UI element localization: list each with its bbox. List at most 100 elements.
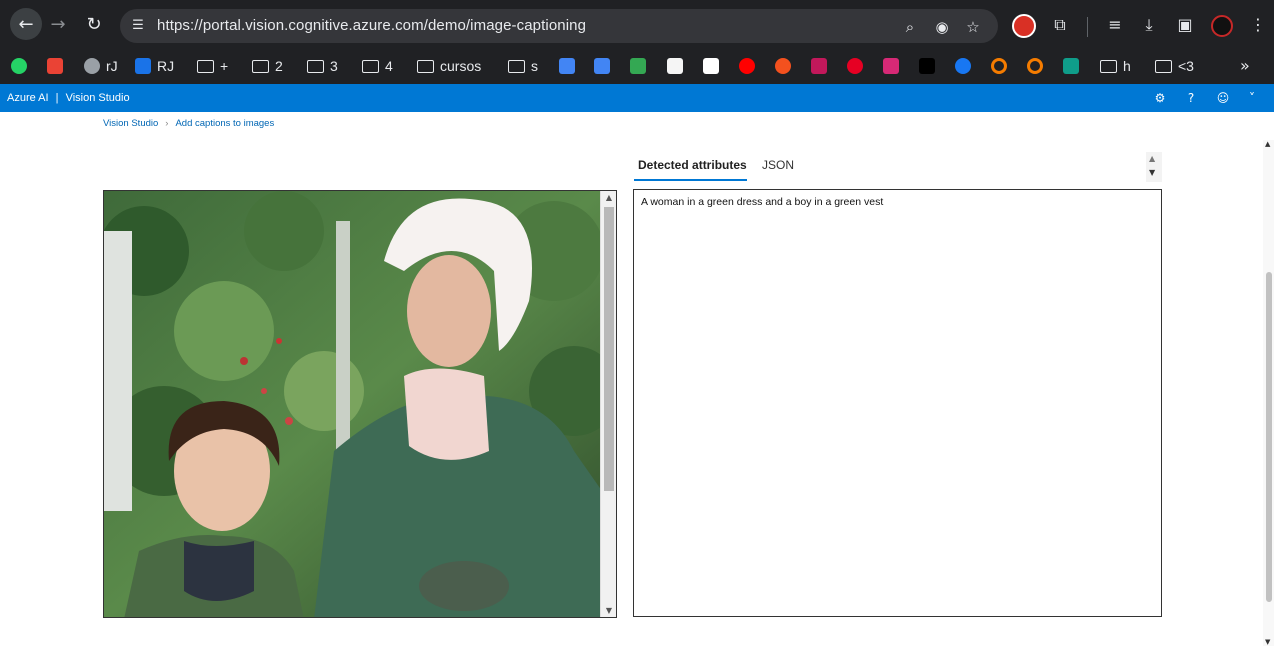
folder-icon (252, 59, 269, 73)
site-info-icon[interactable]: ☰ (129, 17, 147, 35)
zoom-icon[interactable]: ⌕ (900, 17, 920, 37)
x-icon (919, 58, 935, 74)
bookmark-s[interactable]: s (508, 56, 538, 76)
orange-icon (775, 58, 791, 74)
bookmark-label: s (531, 58, 538, 74)
bookmark-calendar[interactable] (559, 56, 575, 76)
extensions-icon[interactable]: ⧉ (1049, 14, 1071, 36)
bookmark-label: + (220, 58, 229, 74)
back-icon[interactable]: ← (10, 8, 42, 40)
bookmark-h[interactable]: h (1100, 56, 1131, 76)
bookmark-2[interactable]: 2 (252, 56, 283, 76)
eye-off-icon[interactable]: ◉ (932, 17, 952, 37)
address-bar[interactable]: ☰ https://portal.vision.cognitive.azure.… (120, 9, 998, 43)
bookmark-pinterest[interactable] (847, 56, 863, 76)
more-bookmarks-icon[interactable]: » (1240, 56, 1250, 75)
detected-attributes-panel: A woman in a green dress and a boy in a … (633, 189, 1162, 617)
google-translate-icon (594, 58, 610, 74)
bookmark-RJ[interactable]: RJ (135, 56, 174, 76)
tab-detected-attributes[interactable]: Detected attributes (638, 158, 747, 172)
scroll-down-icon[interactable]: ▼ (1149, 168, 1155, 177)
youtube-music-icon (739, 58, 755, 74)
scroll-up-icon[interactable]: ▲ (1265, 140, 1270, 148)
tab-json[interactable]: JSON (762, 158, 794, 172)
bookmark-label: <3 (1178, 58, 1194, 74)
star-icon[interactable]: ☆ (963, 17, 983, 37)
bookmark-feather[interactable] (811, 56, 827, 76)
k-icon (667, 58, 683, 74)
image-scrollbar[interactable]: ▲ ▼ (600, 191, 616, 617)
breadcrumb-current[interactable]: Add captions to images (175, 118, 274, 129)
settings-icon[interactable]: ⚙ (1152, 90, 1168, 106)
reload-icon[interactable]: ↻ (82, 12, 106, 36)
bookmark-k[interactable] (667, 56, 683, 76)
bookmark-3[interactable]: 3 (307, 56, 338, 76)
url-text[interactable]: https://portal.vision.cognitive.azure.co… (157, 17, 586, 34)
bookmark-cursos[interactable]: cursos (417, 56, 481, 76)
feather-icon (811, 58, 827, 74)
scroll-up-icon[interactable]: ▲ (604, 193, 614, 202)
facebook-icon (955, 58, 971, 74)
folder-icon (417, 59, 434, 73)
forward-icon[interactable]: → (46, 12, 70, 36)
folder-icon (1155, 59, 1172, 73)
bookmark-edge[interactable] (1063, 56, 1079, 76)
bookmark-orange[interactable] (775, 56, 791, 76)
bookmarks-bar: rJ RJ +2 3 4 cursos s h <3 » (0, 48, 1274, 84)
breadcrumb: Vision Studio › Add captions to images (103, 118, 274, 129)
breadcrumb-root[interactable]: Vision Studio (103, 118, 158, 129)
scroll-down-icon[interactable]: ▼ (1265, 638, 1270, 646)
folder-icon (362, 59, 379, 73)
page-scroll-thumb[interactable] (1266, 272, 1272, 602)
edge-icon (1063, 58, 1079, 74)
bookmark-facebook[interactable] (955, 56, 971, 76)
toolbar-divider (1087, 17, 1088, 37)
help-icon[interactable]: ? (1183, 90, 1199, 106)
profile-avatar[interactable] (1211, 15, 1233, 37)
bookmark-3[interactable]: <3 (1155, 56, 1194, 76)
amazon-icon (703, 58, 719, 74)
active-tab-indicator (634, 179, 747, 181)
scroll-up-icon[interactable]: ▲ (1149, 154, 1155, 163)
chevron-right-icon: › (165, 118, 169, 129)
bookmark-label: rJ (106, 58, 118, 74)
sample-image (104, 191, 602, 617)
scroll-thumb[interactable] (604, 207, 614, 491)
bookmark-label: 4 (385, 58, 393, 74)
app-title[interactable]: Azure AI | Vision Studio (7, 92, 134, 104)
assistant-icon (630, 58, 646, 74)
sidepanel-icon[interactable]: ▣ (1174, 14, 1196, 36)
brand-label: Azure AI (7, 92, 49, 104)
scroll-down-icon[interactable]: ▼ (604, 606, 614, 615)
account-icon[interactable]: ˅ (1244, 90, 1260, 106)
ring-icon (991, 58, 1007, 74)
download-icon[interactable]: ⤓ (1138, 14, 1160, 36)
page-scrollbar[interactable]: ▲ ▼ (1263, 140, 1274, 646)
bookmark-ring[interactable] (991, 56, 1007, 76)
gmail-icon (47, 58, 63, 74)
folder-icon (197, 59, 214, 73)
bookmark-whatsapp[interactable] (11, 56, 27, 76)
bookmark-youtube-music[interactable] (739, 56, 755, 76)
feedback-icon[interactable]: ☺ (1215, 90, 1231, 106)
bookmark-item[interactable]: + (197, 56, 228, 76)
tab-scroller[interactable]: ▲ ▼ (1146, 152, 1162, 182)
bookmark-label: 3 (330, 58, 338, 74)
bookmark-ring[interactable] (1027, 56, 1043, 76)
bookmark-instagram[interactable] (883, 56, 899, 76)
bookmark-x[interactable] (919, 56, 935, 76)
bookmark-4[interactable]: 4 (362, 56, 393, 76)
bookmark-label: RJ (157, 58, 175, 74)
menu-icon[interactable]: ⋮ (1247, 14, 1269, 36)
bookmark-assistant[interactable] (630, 56, 646, 76)
azure-header: Azure AI | Vision Studio ⚙ ? ☺ ˅ (0, 84, 1274, 112)
image-preview: ▲ ▼ (103, 190, 617, 618)
bookmark-amazon[interactable] (703, 56, 719, 76)
translate-icon (135, 58, 151, 74)
bookmark-rJ[interactable]: rJ (84, 56, 118, 76)
adblock-icon[interactable] (1012, 14, 1036, 38)
bookmark-google-translate[interactable] (594, 56, 610, 76)
media-icon[interactable]: ≡ (1104, 14, 1126, 36)
folder-icon (508, 59, 525, 73)
bookmark-gmail[interactable] (47, 56, 63, 76)
